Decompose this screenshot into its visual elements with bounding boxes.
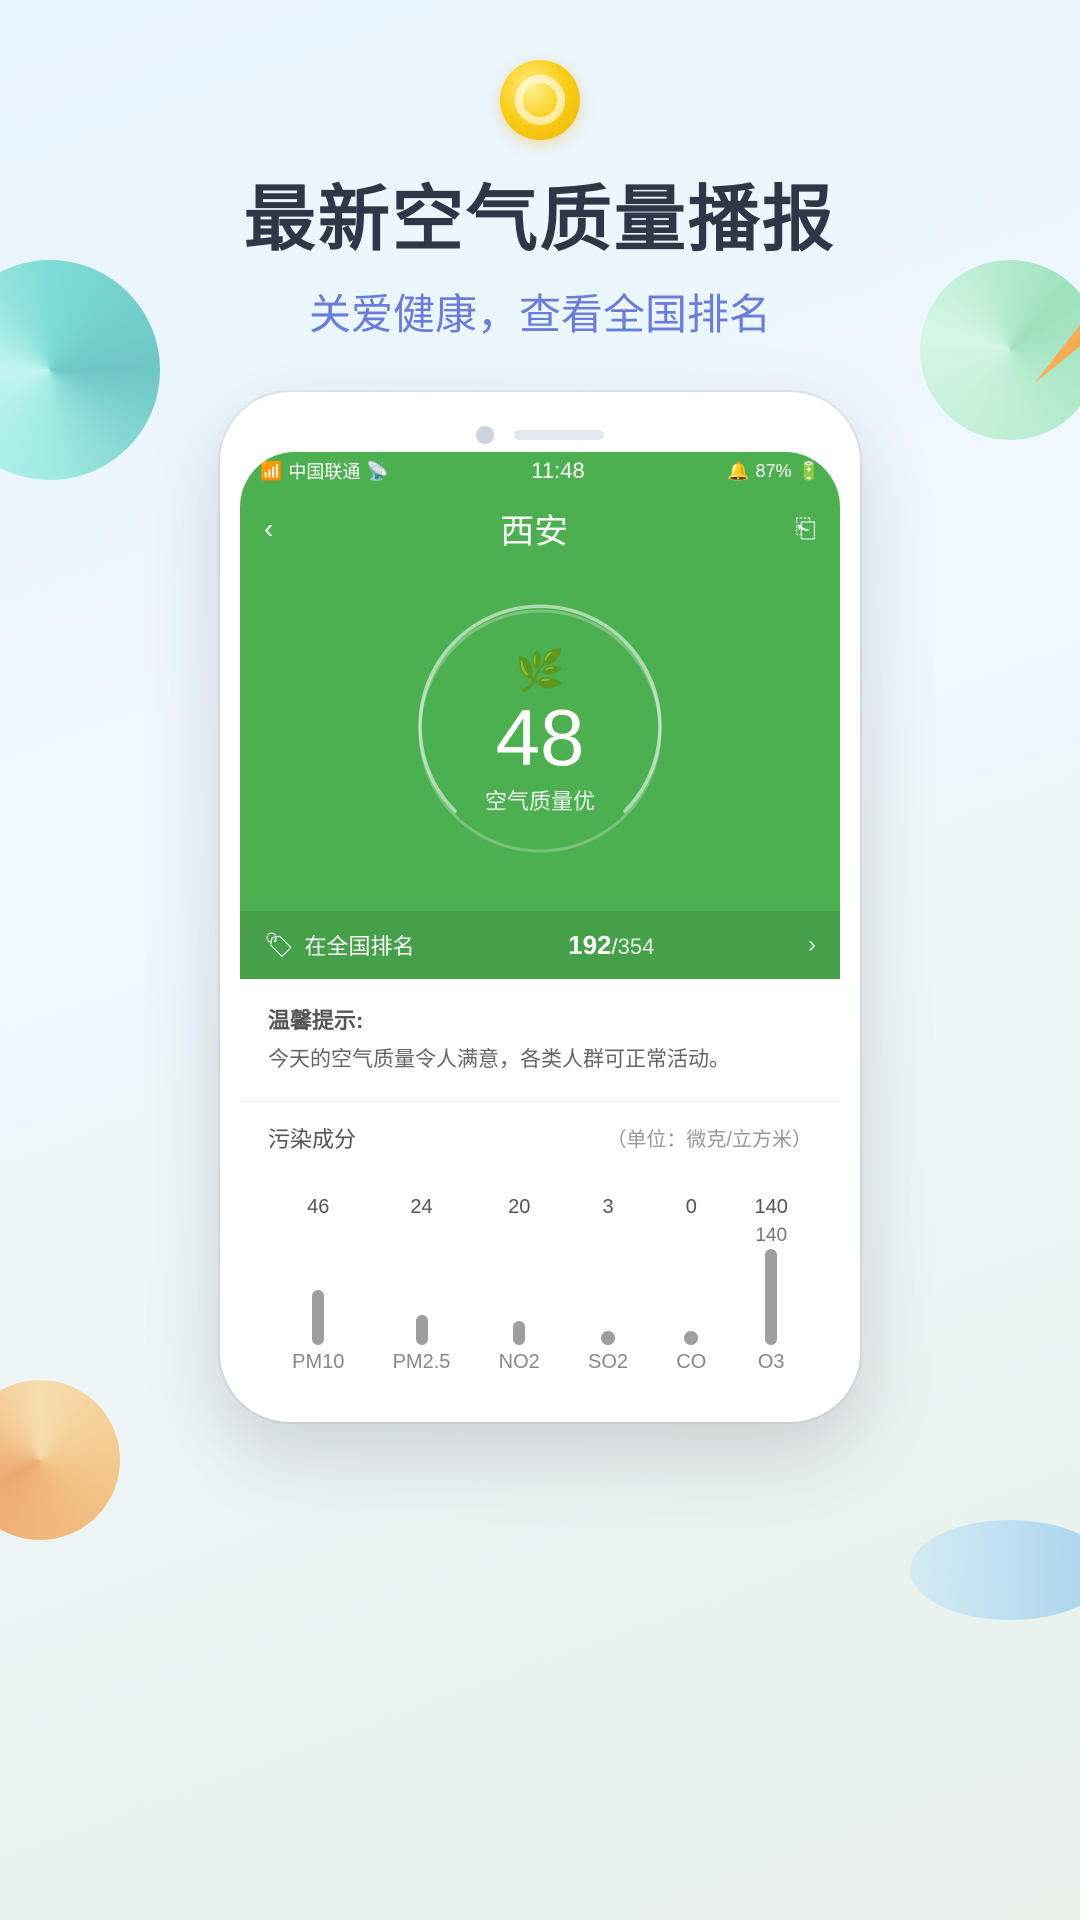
- ranking-label: 在全国排名: [304, 929, 414, 961]
- status-time: 11:48: [531, 458, 584, 484]
- pollutant-item: 140 140 O3: [755, 1196, 788, 1374]
- status-bar: 📶 中国联通 📡 11:48 🔔 87% 🔋: [240, 452, 840, 490]
- top-section: 最新空气质量播报 关爱健康，查看全国排名: [0, 0, 1080, 342]
- tip-title: 温馨提示:: [268, 1003, 812, 1035]
- status-right: 🔔 87% 🔋: [727, 461, 820, 482]
- sub-title: 关爱健康，查看全国排名: [0, 281, 1080, 342]
- app-header: ‹ 西安 ⎗: [240, 490, 840, 571]
- pollutants-title: 污染成分: [268, 1122, 356, 1154]
- ranking-numbers: 192/354: [568, 930, 654, 961]
- battery-icon: 🔋: [798, 461, 820, 482]
- bg-deco-circle-bl: [0, 1380, 120, 1540]
- pollutant-value: 46: [307, 1196, 329, 1219]
- ranking-slash: /: [612, 934, 618, 959]
- ranking-current: 192: [568, 930, 611, 960]
- bg-deco-shape-br: [910, 1520, 1080, 1620]
- pollutant-name: NO2: [499, 1351, 540, 1374]
- main-title: 最新空气质量播报: [0, 160, 1080, 265]
- pollutant-bar: [765, 1249, 777, 1345]
- city-title: 西安: [500, 504, 568, 553]
- pollutants-header: 污染成分 （单位：微克/立方米）: [268, 1122, 812, 1154]
- content-area: 温馨提示: 今天的空气质量令人满意，各类人群可正常活动。 污染成分 （单位：微克…: [240, 979, 840, 1402]
- bar-wrapper: [513, 1225, 525, 1345]
- pollutant-value: 20: [508, 1196, 530, 1219]
- wifi-icon: 📡: [366, 461, 388, 482]
- status-left: 📶 中国联通 📡: [260, 458, 389, 484]
- leaf-icon: 🌿: [485, 647, 595, 694]
- tip-content: 今天的空气质量令人满意，各类人群可正常活动。: [268, 1043, 812, 1077]
- pollutant-value: 140: [755, 1196, 788, 1219]
- phone-speaker: [514, 430, 604, 440]
- pollutant-dot: [684, 1331, 698, 1345]
- pollutant-name: PM10: [292, 1351, 344, 1374]
- ranking-left: 🏷 在全国排名: [264, 929, 414, 961]
- bar-wrapper: [416, 1225, 428, 1345]
- back-button[interactable]: ‹: [264, 513, 273, 545]
- app-icon-ring: [515, 75, 565, 125]
- flag-icon: 🏷: [264, 931, 294, 960]
- pollutant-bar: [312, 1290, 324, 1345]
- share-button[interactable]: ⎗: [795, 513, 816, 545]
- ranking-total: 354: [618, 934, 655, 959]
- pollutant-item: 20 NO2: [499, 1196, 540, 1374]
- pollutant-bar: [513, 1321, 525, 1345]
- pollutant-name: PM2.5: [393, 1351, 451, 1374]
- phone-inner: 📶 中国联通 📡 11:48 🔔 87% 🔋 ‹ 西安 ⎗: [240, 452, 840, 1402]
- tip-section: 温馨提示: 今天的空气质量令人满意，各类人群可正常活动。: [240, 979, 840, 1102]
- bar-wrapper: [684, 1225, 698, 1345]
- aqi-section: 🌿 48 空气质量优: [240, 571, 840, 911]
- aqi-value: 48: [485, 698, 595, 778]
- bar-wrapper: [312, 1225, 324, 1345]
- gauge-container: 🌿 48 空气质量优: [390, 581, 690, 881]
- bar-wrapper: 140: [755, 1225, 787, 1345]
- app-icon: [500, 60, 580, 140]
- aqi-label: 空气质量优: [485, 784, 595, 816]
- phone-camera: [476, 426, 494, 444]
- phone-top-bar: [240, 412, 840, 452]
- pollutant-item: 3 SO2: [588, 1196, 628, 1374]
- pollutant-item: 46 PM10: [292, 1196, 344, 1374]
- carrier-text: 中国联通: [288, 458, 360, 484]
- ranking-bar[interactable]: 🏷 在全国排名 192/354 ›: [240, 911, 840, 979]
- pollutant-bar: [416, 1315, 428, 1345]
- signal-icon: 📶: [260, 461, 282, 482]
- pollutants-chart: 46 PM10 24 PM2.5 20 NO2 3 SO2 0 CO 140 140 O3: [268, 1174, 812, 1374]
- pollutants-section: 污染成分 （单位：微克/立方米） 46 PM10 24 PM2.5 20 NO2 3 SO2 0…: [240, 1102, 840, 1402]
- phone-frame: 📶 中国联通 📡 11:48 🔔 87% 🔋 ‹ 西安 ⎗: [220, 392, 860, 1422]
- pollutant-dot: [601, 1331, 615, 1345]
- alarm-icon: 🔔: [727, 461, 749, 482]
- bar-wrapper: [601, 1225, 615, 1345]
- ranking-arrow[interactable]: ›: [808, 931, 816, 959]
- pollutant-value: 0: [686, 1196, 697, 1219]
- pollutant-item: 0 CO: [676, 1196, 706, 1374]
- pollutants-unit: （单位：微克/立方米）: [606, 1123, 812, 1152]
- gauge-inner: 🌿 48 空气质量优: [485, 647, 595, 816]
- pollutant-value: 3: [602, 1196, 613, 1219]
- battery-text: 87%: [756, 461, 792, 482]
- pollutant-name: CO: [676, 1351, 706, 1374]
- phone-mockup: 📶 中国联通 📡 11:48 🔔 87% 🔋 ‹ 西安 ⎗: [220, 392, 860, 1422]
- pollutant-name: O3: [758, 1351, 785, 1374]
- pollutant-name: SO2: [588, 1351, 628, 1374]
- pollutant-value: 24: [410, 1196, 432, 1219]
- pollutant-item: 24 PM2.5: [393, 1196, 451, 1374]
